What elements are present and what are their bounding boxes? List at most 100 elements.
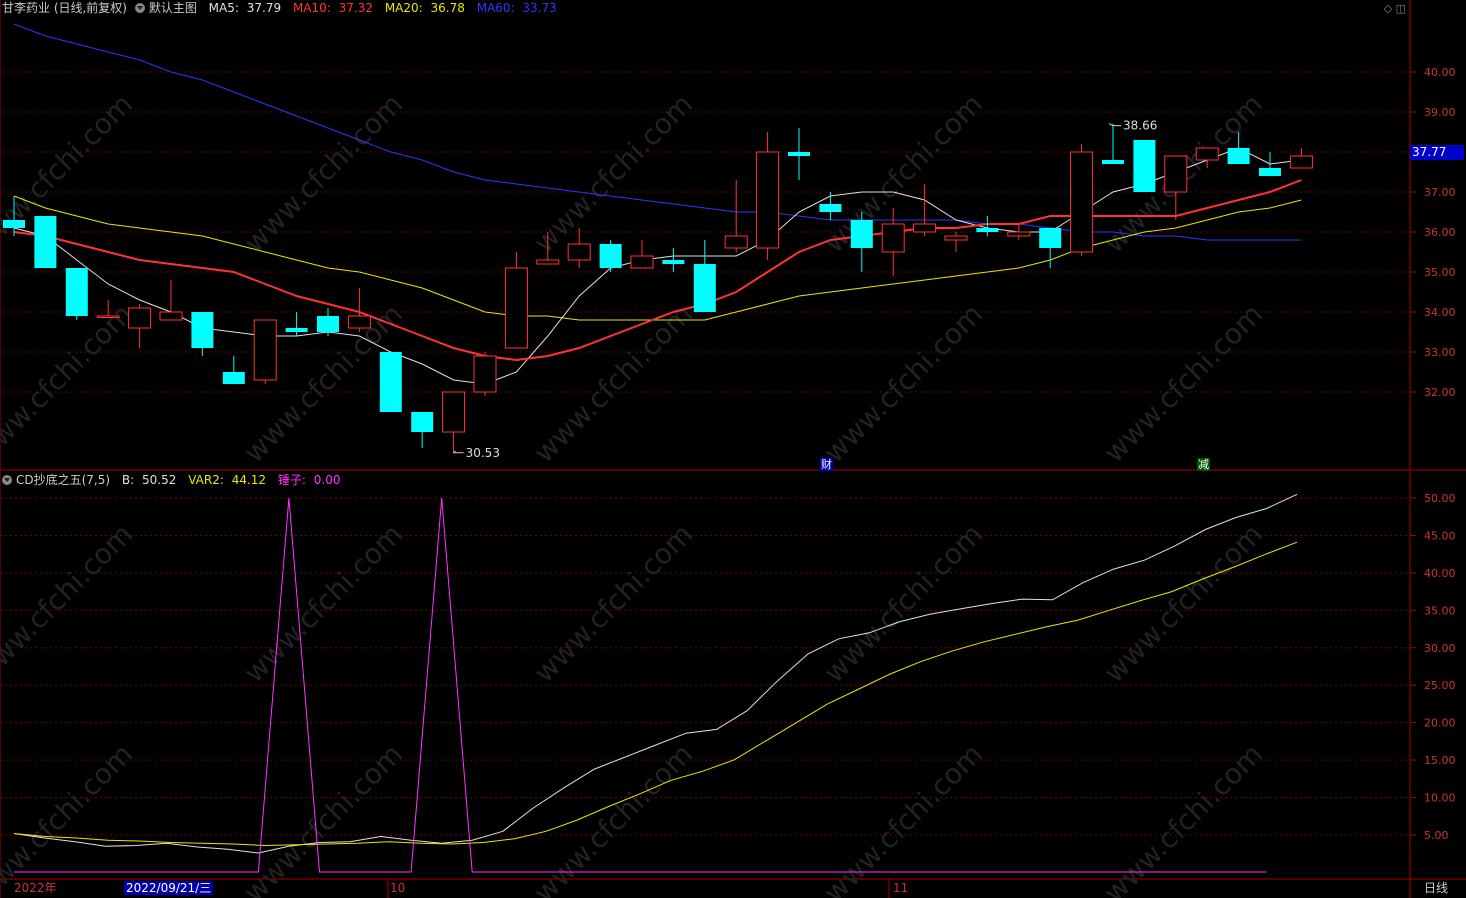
candle-body [1227,148,1250,164]
indicator-tick-label: 45.00 [1424,529,1456,542]
candle-body [379,352,402,412]
price-tick-label: 32.00 [1424,386,1456,399]
hammer-legend: 锤子: 0.00 [277,473,341,487]
ma10-legend: MA10: 37.32 [292,1,373,15]
price-tick-label: 33.00 [1424,346,1456,359]
candlestick [630,240,654,269]
candle-body [34,216,57,268]
candle-body [913,223,937,233]
ma5-legend: MA5: 37.79 [208,1,282,15]
candle-body [819,204,842,212]
candle-body [442,391,466,433]
candle-body [347,315,371,329]
low-label: 30.53 [466,446,500,460]
candle-body [567,243,591,261]
candle-body [411,412,434,432]
b-legend: B: 50.52 [121,473,177,487]
candle-body [788,152,810,156]
diamond-icon[interactable]: ◇ [1384,2,1392,15]
indicator-tick-label: 40.00 [1424,567,1456,580]
main-chart-header: 甘李药业 (日线,前复权) 默认主图 MA5: 37.79 MA10: 37.3… [2,1,565,15]
candle-body [1070,151,1094,253]
x-axis-month-nov: 11 [893,881,909,895]
main-chart-selector[interactable]: 默认主图 [134,1,201,15]
price-tick-label: 37.00 [1424,186,1456,199]
price-tick-label: 36.00 [1424,226,1456,239]
axis-labels: 40.0039.0038.0037.0036.0035.0034.0033.00… [387,66,1456,898]
candlestick [599,240,622,272]
indicator-selector[interactable]: CD抄底之五(7,5) [2,473,114,487]
candlestick [1102,124,1124,164]
dropdown-icon[interactable] [2,475,12,485]
candle-body [976,228,999,232]
chart-canvas[interactable]: www.cfchi.com www.cfchi.com www.cfchi.com w… [0,0,1466,898]
x-axis-month-oct: 10 [390,881,406,895]
ma20-legend: MA20: 36.78 [384,1,465,15]
candlestick [128,304,152,348]
candle-body [1195,147,1219,161]
high-pointer [1108,123,1121,127]
candlesticks[interactable] [3,124,1313,452]
candlestick [504,252,528,349]
indicator-tick-label: 15.00 [1424,754,1456,767]
candlestick [253,319,277,384]
restore-icon[interactable]: ◫ [1396,2,1406,15]
event-marker-finance[interactable]: 财 [820,458,833,471]
candle-body [693,264,716,312]
candle-body [1259,168,1281,176]
candle-body [285,328,308,332]
watermark-text: www.cfchi.com [527,517,699,689]
candlestick [788,128,810,180]
candle-body [253,319,277,381]
dropdown-icon[interactable] [134,3,145,13]
candlestick [379,352,402,412]
indicator-name: CD抄底之五(7,5) [16,473,111,487]
candlestick [411,412,434,448]
price-tick-label: 39.00 [1424,106,1456,119]
candlestick [1133,140,1156,192]
period-label[interactable]: 日线 [1424,881,1448,895]
watermark-text: www.cfchi.com [817,517,989,689]
indicator-tick-label: 25.00 [1424,679,1456,692]
grid-lines [0,71,1410,836]
candle-body [1102,160,1124,164]
cursor-date-label: 2022/09/21/三 [124,881,214,895]
candle-body [159,311,183,321]
main-chart-label: 默认主图 [148,1,197,15]
stock-title[interactable]: 甘李药业 (日线,前复权) [2,1,127,15]
candle-body [65,268,88,316]
candle-body [630,255,654,269]
high-label: 38.66 [1123,119,1157,133]
candle-body [128,307,152,329]
candle-body [191,312,214,348]
candlestick [693,240,716,312]
candlestick [881,208,905,276]
indicator-tick-label: 10.00 [1424,792,1456,805]
indicator-tick-label: 5.00 [1424,829,1449,842]
watermark-text: www.cfchi.com [817,297,989,469]
watermark-text: www.cfchi.com [237,517,409,689]
watermark-text: www.cfchi.com [0,297,139,469]
candlestick [473,352,497,396]
candle-body [1164,155,1188,193]
var2-legend: VAR2: 44.12 [188,473,267,487]
candlestick [1289,148,1313,169]
watermark-text: www.cfchi.com [1097,737,1269,898]
candle-body [96,315,120,318]
candle-body [1039,228,1062,248]
candlestick [222,356,245,384]
candlestick [65,268,88,320]
candle-body [850,220,873,248]
indicator-tick-label: 20.00 [1424,717,1456,730]
candlestick [191,312,214,356]
candle-body [756,151,780,249]
ma60-legend: MA60: 33.73 [476,1,557,15]
candle-body [536,259,560,265]
candlestick [1070,144,1094,256]
watermark-text: www.cfchi.com [237,87,409,259]
event-marker-reduce[interactable]: 减 [1197,458,1210,471]
window-controls[interactable]: ◇ ◫ [1384,2,1406,15]
watermark-text: www.cfchi.com [1097,297,1269,469]
indicator-tick-label: 35.00 [1424,604,1456,617]
candlestick [159,280,183,321]
